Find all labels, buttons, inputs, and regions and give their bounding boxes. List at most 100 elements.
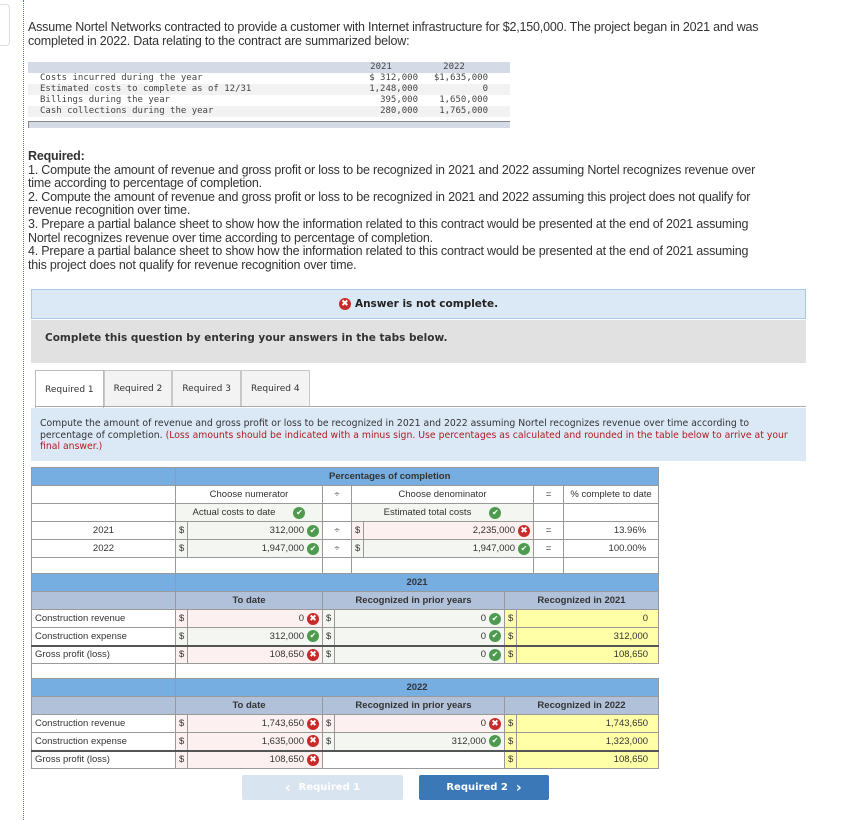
table-row: Construction revenue $ 1,743,650 ✖ $ 0 ✖ $… <box>31 714 660 733</box>
check-icon: ✔ <box>489 612 501 625</box>
row-label: Construction revenue <box>31 609 176 628</box>
to-date-input[interactable]: 1,743,650 ✖ <box>187 714 323 733</box>
numerator-header: Choose numerator <box>175 485 323 504</box>
year-header: 2021 <box>174 573 660 592</box>
percent-completion-table: Percentages of completion Choose numerat… <box>31 467 660 576</box>
header-2021: 2021 <box>370 62 392 72</box>
percent-row-2022: 2022 $ 1,947,000 ✔ ÷ $ 1,947,000 ✔ = 100.0… <box>31 539 660 558</box>
error-icon: ✖ <box>338 298 351 310</box>
denominator-select[interactable]: Estimated total costs ✔ <box>351 503 534 522</box>
error-icon: ✖ <box>518 524 530 537</box>
to-date-input[interactable]: 1,635,000 ✖ <box>187 732 323 751</box>
col-prior-years: Recognized in prior years <box>322 591 505 610</box>
check-icon: ✔ <box>307 630 319 643</box>
question-box: Compute the amount of revenue and gross … <box>31 408 806 461</box>
current-year-value: 1,323,000 <box>515 732 660 751</box>
required-item: 4. Prepare a partial balance sheet to sh… <box>28 244 749 272</box>
percent-row-2021: 2021 $ 312,000 ✔ ÷ $ 2,235,000 ✖ = 13.96% <box>31 521 660 540</box>
percent-result: 100.00% <box>562 539 660 558</box>
check-icon: ✔ <box>489 630 501 643</box>
row-year: 2021 <box>31 521 176 540</box>
denominator-input[interactable]: 1,947,000 ✔ <box>363 539 534 558</box>
denominator-input[interactable]: 2,235,000 ✖ <box>363 521 534 540</box>
year-table-2022: 2022 To date Recognized in prior years R… <box>31 678 660 769</box>
percent-result: 13.96% <box>562 521 660 540</box>
numerator-select[interactable]: Actual costs to date ✔ <box>175 503 323 522</box>
table-row: Construction expense $ 1,635,000 ✖ $ 312,… <box>31 732 660 751</box>
contract-data-row: Costs incurred during the year $ 312,000… <box>40 73 488 83</box>
focus-border <box>23 0 24 820</box>
numerator-input[interactable]: 1,947,000 ✔ <box>187 539 323 558</box>
row-label: Gross profit (loss) <box>31 645 176 664</box>
col-to-date: To date <box>175 696 323 715</box>
check-icon: ✔ <box>307 524 319 537</box>
tab-bar: Required 1 Required 2 Required 3 Require… <box>35 370 310 408</box>
tab-required-3[interactable]: Required 3 <box>172 370 241 406</box>
row-label: Gross profit (loss) <box>31 750 176 769</box>
check-icon: ✔ <box>489 506 502 519</box>
year-table-2021: 2021 To date Recognized in prior years R… <box>31 573 660 682</box>
to-date-input[interactable]: 0 ✖ <box>187 609 323 628</box>
row-label: Construction expense <box>31 627 176 646</box>
header-2022: 2022 <box>443 62 465 72</box>
check-icon: ✔ <box>518 542 530 555</box>
error-icon: ✖ <box>307 648 319 661</box>
table-row: Construction expense $ 312,000 ✔ $ 0 ✔ $ 3… <box>31 627 660 646</box>
tab-divider <box>35 406 806 407</box>
required-section: Required: 1. Compute the amount of reven… <box>28 149 768 272</box>
error-icon: ✖ <box>307 717 319 730</box>
row-year: 2022 <box>31 539 176 558</box>
current-year-value: 108,650 <box>515 645 660 664</box>
to-date-input[interactable]: 312,000 ✔ <box>187 627 323 646</box>
to-date-input[interactable]: 108,650 ✖ <box>187 750 323 769</box>
numerator-input[interactable]: 312,000 ✔ <box>187 521 323 540</box>
status-message: Answer is not complete. <box>354 298 499 310</box>
current-year-value: 1,743,650 <box>515 714 660 733</box>
denominator-header: Choose denominator <box>351 485 534 504</box>
required-item: 3. Prepare a partial balance sheet to sh… <box>28 216 749 245</box>
tab-required-2[interactable]: Required 2 <box>103 370 173 406</box>
error-icon: ✖ <box>307 735 319 748</box>
prior-years-input[interactable]: 312,000 ✔ <box>334 732 505 751</box>
required-heading: Required: <box>28 149 85 163</box>
next-required-button[interactable]: Required 2 › <box>419 775 549 800</box>
required-item: 2. Compute the amount of revenue and gro… <box>28 189 751 218</box>
check-icon: ✔ <box>489 648 501 661</box>
chevron-right-icon: › <box>515 779 522 796</box>
col-current-year: Recognized in 2021 <box>503 591 660 610</box>
contract-data-table: 2021 2022 Costs incurred during the year… <box>28 62 510 128</box>
contract-data-row: Estimated costs to complete as of 12/31 … <box>28 84 510 95</box>
check-icon: ✔ <box>307 542 319 555</box>
required-item: 1. Compute the amount of revenue and gro… <box>28 162 756 191</box>
chevron-left-icon: ‹ <box>284 779 291 796</box>
table-row: Gross profit (loss) $ 108,650 ✖ $ 108,650 <box>31 750 660 769</box>
error-icon: ✖ <box>307 753 319 766</box>
error-icon: ✖ <box>307 612 319 625</box>
check-icon: ✔ <box>293 506 306 519</box>
row-label: Construction revenue <box>31 714 176 733</box>
to-date-input[interactable]: 108,650 ✖ <box>187 645 323 664</box>
prev-required-button[interactable]: ‹ Required 1 <box>242 775 403 800</box>
prior-years-input[interactable]: 0 ✔ <box>334 645 505 664</box>
prior-years-input[interactable]: 0 ✔ <box>334 609 505 628</box>
table-row: Gross profit (loss) $ 108,650 ✖ $ 0 ✔ $ 10… <box>31 645 660 664</box>
year-header: 2022 <box>174 678 660 697</box>
tab-required-1[interactable]: Required 1 <box>35 370 104 408</box>
table-scrollbar[interactable] <box>28 121 510 128</box>
prior-years-input[interactable]: 0 ✖ <box>334 714 505 733</box>
tab-required-4[interactable]: Required 4 <box>240 370 310 406</box>
row-label: Construction expense <box>31 732 176 751</box>
instructions-bar: Complete this question by entering your … <box>31 320 806 363</box>
col-to-date: To date <box>175 591 323 610</box>
answer-status-banner: ✖ Answer is not complete. <box>31 289 806 319</box>
prior-years-input[interactable]: 0 ✔ <box>334 627 505 646</box>
contract-data-header: 2021 2022 <box>28 62 510 73</box>
current-year-value: 108,650 <box>515 750 660 769</box>
error-icon: ✖ <box>489 717 501 730</box>
contract-data-row: Cash collections during the year 280,000… <box>28 106 510 117</box>
current-year-value: 312,000 <box>515 627 660 646</box>
current-year-value: 0 <box>515 609 660 628</box>
equals-sign: = <box>533 485 564 504</box>
result-header: % complete to date <box>562 485 660 504</box>
table-row: Construction revenue $ 0 ✖ $ 0 ✔ $ 0 <box>31 609 660 628</box>
